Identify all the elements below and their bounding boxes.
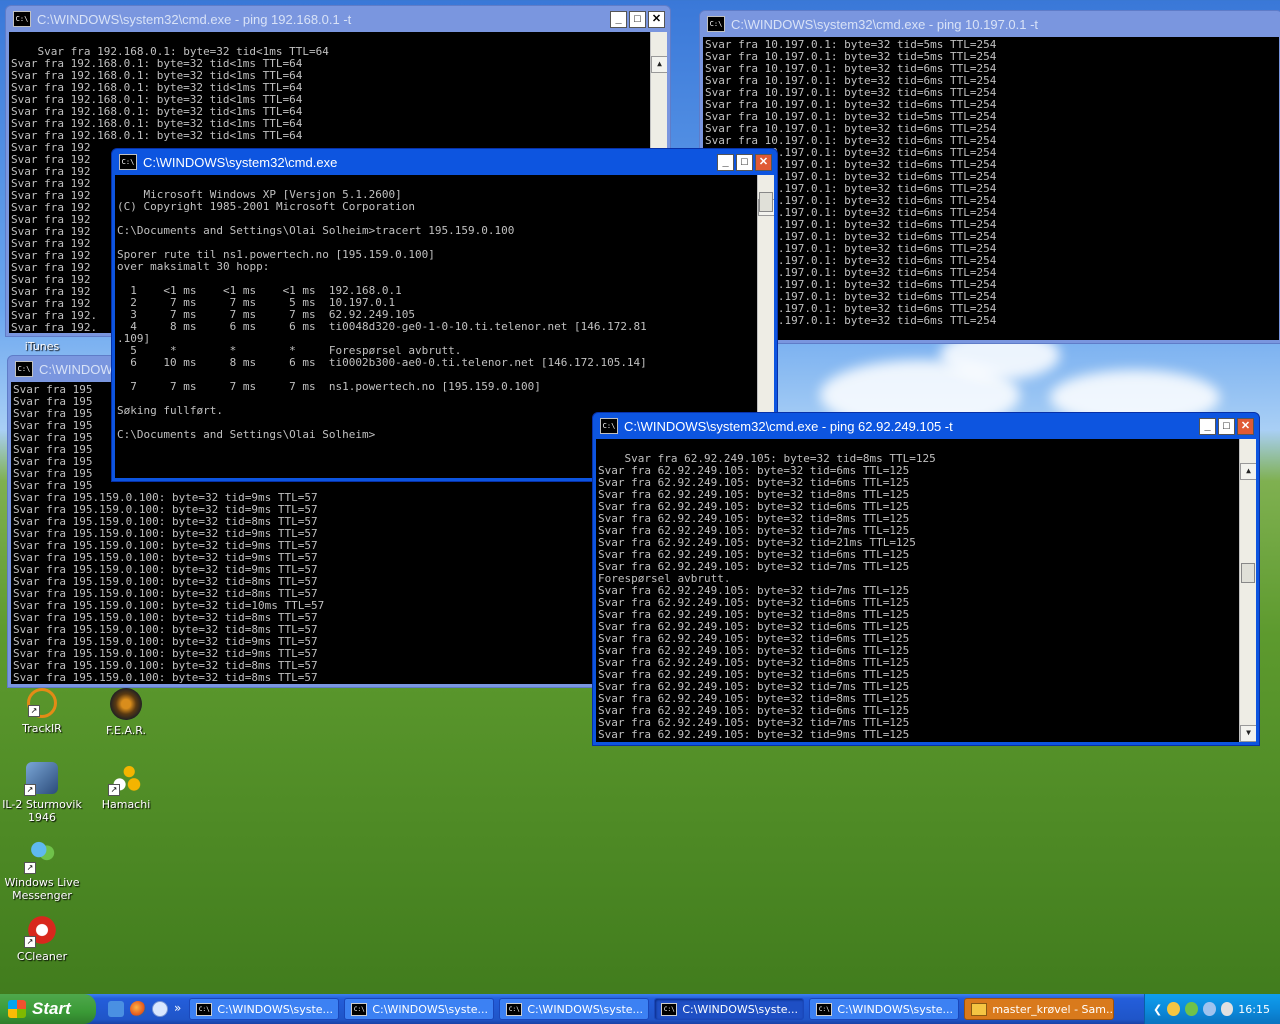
- taskbar-item-master[interactable]: master_krøvel - Sam...: [964, 998, 1115, 1020]
- cmd-icon: C:\: [506, 1002, 523, 1016]
- system-tray: ❮ 16:15: [1144, 994, 1280, 1024]
- shortcut-arrow-icon: ↗: [24, 784, 36, 796]
- cmd-icon: C:\: [661, 1002, 678, 1016]
- shortcut-arrow-icon: ↗: [24, 862, 36, 874]
- desktop-icon-label: F.E.A.R.: [105, 724, 147, 737]
- taskbar-item-label: C:\WINDOWS\syste...: [372, 1002, 489, 1016]
- trackir-icon: ↗: [27, 688, 57, 718]
- maximize-button[interactable]: □: [736, 153, 753, 171]
- tray-expand-icon[interactable]: ❮: [1153, 1003, 1162, 1016]
- taskbar-item-cmd[interactable]: C:\ C:\WINDOWS\syste...: [499, 998, 650, 1020]
- desktop-icon-label: iTunes: [24, 340, 60, 353]
- desktop-icon-fear[interactable]: F.E.A.R.: [86, 688, 166, 737]
- cmd-icon: C:\: [15, 361, 33, 377]
- taskbar-item-label: C:\WINDOWS\syste...: [217, 1002, 334, 1016]
- taskbar-item-label: master_krøvel - Sam...: [992, 1002, 1115, 1016]
- taskbar: Start » C:\ C:\WINDOWS\syste... C:\ C:\WIN…: [0, 994, 1280, 1024]
- console-text: Microsoft Windows XP [Versjon 5.1.2600] …: [117, 188, 647, 441]
- desktop-icon-label: IL-2 Sturmovik 1946: [2, 798, 82, 824]
- cmd-icon: C:\: [196, 1002, 213, 1016]
- desktop-icon-itunes[interactable]: iTunes: [2, 340, 82, 353]
- clock[interactable]: 16:15: [1238, 1003, 1270, 1016]
- taskbar-item-label: C:\WINDOWS\syste...: [682, 1002, 799, 1016]
- window-titlebar[interactable]: C:\ C:\WINDOWS\system32\cmd.exe - ping 6…: [596, 413, 1256, 439]
- taskbar-item-label: C:\WINDOWS\syste...: [527, 1002, 644, 1016]
- desktop-icon-label: TrackIR: [22, 722, 62, 735]
- taskbar-item-cmd[interactable]: C:\ C:\WINDOWS\syste...: [809, 998, 960, 1020]
- window-title: C:\WINDOWS\system32\cmd.exe: [143, 154, 338, 170]
- window-title: C:\WINDOWS\system32\cmd.exe - ping 192.1…: [37, 11, 352, 27]
- desktop-icon-hamachi[interactable]: ↗ Hamachi: [86, 762, 166, 811]
- shortcut-arrow-icon: ↗: [108, 784, 120, 796]
- start-label: Start: [32, 999, 71, 1018]
- shortcut-arrow-icon: ↗: [28, 705, 40, 717]
- scroll-down-arrow-icon[interactable]: ▼: [1240, 725, 1256, 742]
- minimize-button[interactable]: _: [1199, 417, 1216, 435]
- network-icon[interactable]: [1202, 1002, 1216, 1016]
- ccleaner-icon: ↗: [24, 914, 58, 948]
- app-icon: [971, 1002, 988, 1016]
- taskbar-item-cmd[interactable]: C:\ C:\WINDOWS\syste...: [189, 998, 340, 1020]
- desktop-icon-il2[interactable]: ↗ IL-2 Sturmovik 1946: [2, 762, 82, 824]
- console-text: Svar fra 62.92.249.105: byte=32 tid=8ms …: [598, 452, 936, 743]
- fear-icon: [110, 688, 142, 720]
- show-desktop-icon[interactable]: [108, 1001, 124, 1017]
- scroll-up-arrow-icon[interactable]: ▲: [1240, 463, 1256, 480]
- start-button[interactable]: Start: [0, 994, 96, 1024]
- desktop-icon-messenger[interactable]: ↗ Windows Live Messenger: [2, 840, 82, 902]
- hamachi-icon: ↗: [108, 762, 142, 796]
- quick-launch-more-icon[interactable]: »: [174, 1001, 181, 1017]
- console-output[interactable]: Svar fra 62.92.249.105: byte=32 tid=8ms …: [596, 439, 1256, 742]
- cmd-icon: C:\: [119, 154, 137, 170]
- maximize-button[interactable]: □: [629, 10, 646, 28]
- cmd-icon: C:\: [13, 11, 31, 27]
- messenger-icon: ↗: [24, 840, 58, 874]
- windows-flag-icon: [8, 1000, 26, 1018]
- desktop-icon-label: Windows Live Messenger: [4, 876, 80, 902]
- shortcut-arrow-icon: ↗: [24, 936, 36, 948]
- desktop-icon-trackir[interactable]: ↗ TrackIR: [2, 688, 82, 735]
- close-button[interactable]: ✕: [648, 10, 665, 28]
- close-button[interactable]: ✕: [755, 153, 772, 171]
- quick-launch: »: [108, 1001, 181, 1017]
- cmd-icon: C:\: [351, 1002, 368, 1016]
- volume-icon[interactable]: [1220, 1002, 1234, 1016]
- media-player-icon[interactable]: [152, 1001, 168, 1017]
- firefox-icon[interactable]: [130, 1001, 146, 1017]
- window-title: C:\WINDOWS\system32\cmd.exe - ping 10.19…: [731, 16, 1039, 32]
- window-titlebar[interactable]: C:\ C:\WINDOWS\system32\cmd.exe - ping 1…: [9, 6, 667, 32]
- taskbar-item-label: C:\WINDOWS\syste...: [837, 1002, 954, 1016]
- il2-sturmovik-icon: ↗: [24, 762, 58, 796]
- minimize-button[interactable]: _: [717, 153, 734, 171]
- desktop-icon-ccleaner[interactable]: ↗ CCleaner: [2, 914, 82, 963]
- console-output[interactable]: Svar fra 10.197.0.1: byte=32 tid=5ms TTL…: [703, 37, 1279, 340]
- desktop-icon-label: Hamachi: [101, 798, 151, 811]
- minimize-button[interactable]: _: [610, 10, 627, 28]
- taskbar-item-cmd[interactable]: C:\ C:\WINDOWS\syste...: [654, 998, 805, 1020]
- window-titlebar[interactable]: C:\ C:\WINDOWS\system32\cmd.exe _ □ ✕: [115, 149, 774, 175]
- close-button[interactable]: ✕: [1237, 417, 1254, 435]
- vertical-scrollbar[interactable]: ▲ ▼: [1239, 439, 1256, 742]
- cmd-icon: C:\: [707, 16, 725, 32]
- taskbar-item-cmd[interactable]: C:\ C:\WINDOWS\syste...: [344, 998, 495, 1020]
- cmd-window-ping-62-92[interactable]: C:\ C:\WINDOWS\system32\cmd.exe - ping 6…: [592, 412, 1260, 746]
- cmd-icon: C:\: [600, 418, 618, 434]
- desktop-icon-label: CCleaner: [16, 950, 68, 963]
- window-title: C:\WINDOWS\system32\cmd.exe - ping 62.92…: [624, 418, 953, 434]
- maximize-button[interactable]: □: [1218, 417, 1235, 435]
- scroll-up-arrow-icon[interactable]: ▲: [651, 56, 667, 73]
- messenger-tray-icon[interactable]: [1184, 1002, 1198, 1016]
- scrollbar-thumb[interactable]: [1241, 563, 1255, 583]
- scrollbar-thumb[interactable]: [759, 192, 773, 212]
- cmd-window-ping-10-197[interactable]: C:\ C:\WINDOWS\system32\cmd.exe - ping 1…: [699, 10, 1280, 344]
- cmd-icon: C:\: [816, 1002, 833, 1016]
- security-shield-icon[interactable]: [1167, 1002, 1180, 1016]
- window-titlebar[interactable]: C:\ C:\WINDOWS\system32\cmd.exe - ping 1…: [703, 11, 1279, 37]
